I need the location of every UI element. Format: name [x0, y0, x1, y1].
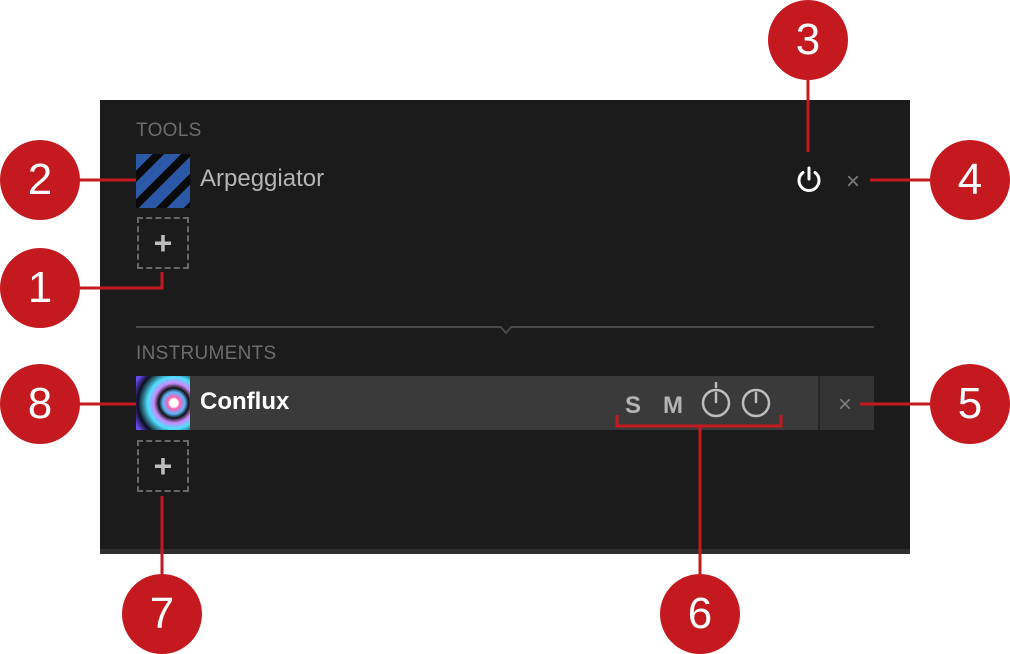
callout-8: 8	[0, 364, 80, 444]
callout-5: 5	[930, 364, 1010, 444]
callout-7: 7	[122, 574, 202, 654]
callout-1: 1	[0, 248, 80, 328]
callout-lines	[78, 78, 932, 574]
callout-6: 6	[660, 574, 740, 654]
callout-2: 2	[0, 140, 80, 220]
callout-3: 3	[768, 0, 848, 80]
callout-4: 4	[930, 140, 1010, 220]
